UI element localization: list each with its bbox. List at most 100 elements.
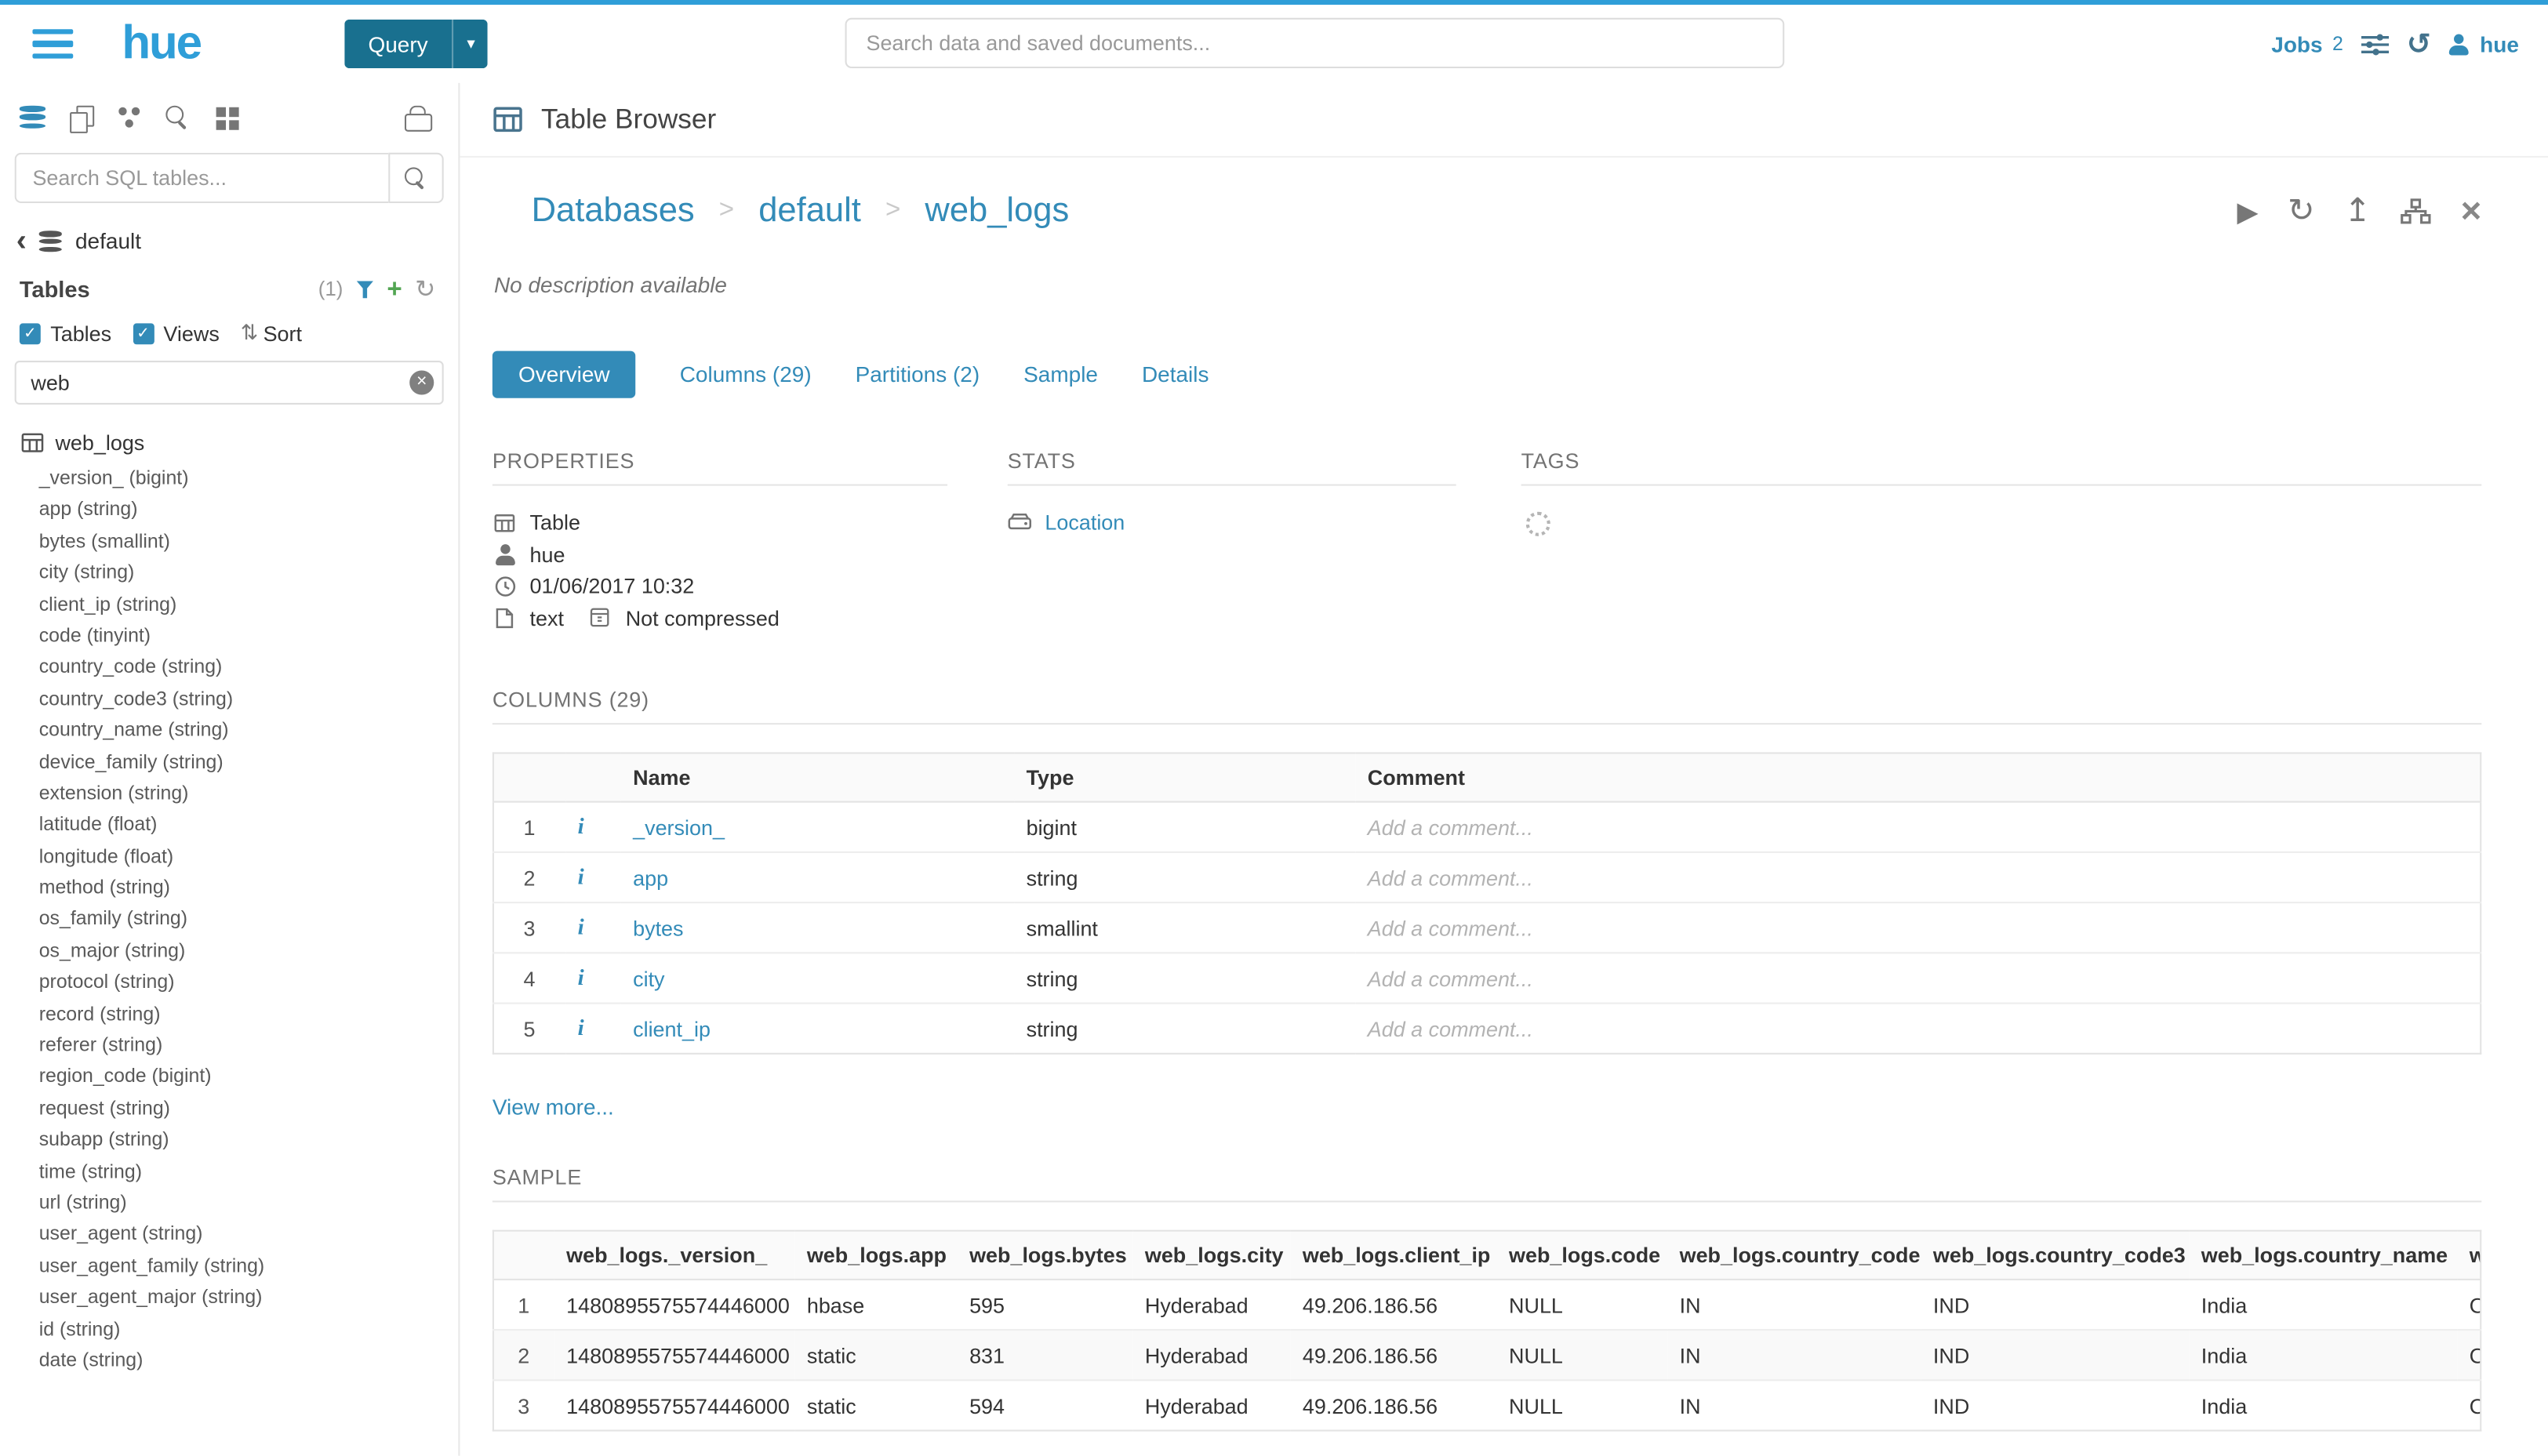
tree-column[interactable]: country_name (string)	[0, 715, 458, 746]
tree-column[interactable]: user_agent (string)	[0, 1219, 458, 1251]
sql-table-search	[15, 153, 444, 203]
query-button[interactable]: Query ▾	[343, 20, 488, 68]
current-database[interactable]: default	[75, 229, 141, 253]
dashboard-tab[interactable]	[215, 106, 239, 130]
tree-column[interactable]: app (string)	[0, 495, 458, 526]
row-number: 5	[493, 1004, 565, 1054]
refresh-icon[interactable]: ↻	[2288, 195, 2315, 227]
tree-column[interactable]: country_code3 (string)	[0, 684, 458, 715]
breadcrumb-table[interactable]: web_logs	[925, 192, 1069, 231]
column-comment[interactable]: Add a comment...	[1368, 966, 1533, 990]
info-icon[interactable]: i	[578, 916, 584, 940]
jobs-count-badge[interactable]: 2	[2332, 32, 2343, 55]
tree-column[interactable]: user_agent_family (string)	[0, 1251, 458, 1282]
sql-assist-tab[interactable]	[20, 106, 45, 130]
global-search-input[interactable]	[845, 18, 1785, 68]
tree-column[interactable]: country_code (string)	[0, 652, 458, 684]
clear-filter-icon[interactable]: ×	[409, 370, 434, 394]
tree-column[interactable]: extension (string)	[0, 778, 458, 809]
close-icon[interactable]: ×	[2461, 194, 2482, 230]
hue-logo[interactable]: hue	[122, 20, 201, 67]
column-name-link[interactable]: city	[633, 966, 664, 990]
sample-cell: India	[2188, 1330, 2456, 1380]
column-comment[interactable]: Add a comment...	[1368, 1016, 1533, 1040]
query-button-label[interactable]: Query	[343, 20, 452, 68]
column-comment[interactable]: Add a comment...	[1368, 865, 1533, 889]
column-name-link[interactable]: _version_	[633, 815, 725, 839]
tree-column[interactable]: client_ip (string)	[0, 589, 458, 620]
history-icon[interactable]: ↺	[2407, 29, 2431, 58]
tree-column[interactable]: os_family (string)	[0, 904, 458, 935]
sample-cell: IND	[1920, 1280, 2188, 1330]
tab-partitions[interactable]: Partitions (2)	[856, 362, 980, 387]
info-icon[interactable]: i	[578, 865, 584, 889]
tree-column[interactable]: longitude (float)	[0, 841, 458, 873]
tab-sample[interactable]: Sample	[1023, 362, 1098, 387]
tree-column[interactable]: method (string)	[0, 873, 458, 904]
column-name-link[interactable]: bytes	[633, 916, 683, 940]
sort-control[interactable]: ⇅ Sort	[241, 320, 302, 346]
filter-icon[interactable]	[356, 280, 374, 298]
tree-column[interactable]: latitude (float)	[0, 810, 458, 841]
column-name-link[interactable]: app	[633, 865, 668, 889]
tree-column[interactable]: bytes (smallint)	[0, 526, 458, 557]
tables-checkbox-label[interactable]: Tables	[50, 321, 111, 345]
sample-cell: static	[794, 1330, 956, 1380]
upload-icon[interactable]: ↥	[2344, 195, 2372, 227]
tree-column[interactable]: date (string)	[0, 1345, 458, 1377]
menu-button[interactable]	[32, 29, 73, 59]
tree-column[interactable]: referer (string)	[0, 1030, 458, 1062]
tree-column[interactable]: device_family (string)	[0, 746, 458, 778]
jobs-link[interactable]: Jobs	[2271, 31, 2322, 56]
tab-overview[interactable]: Overview	[493, 351, 636, 398]
view-more-link[interactable]: View more...	[493, 1095, 614, 1120]
search-tab[interactable]	[165, 106, 190, 130]
info-icon[interactable]: i	[578, 815, 584, 839]
tab-details[interactable]: Details	[1142, 362, 1209, 387]
tree-column[interactable]: os_major (string)	[0, 935, 458, 967]
sitemap-icon[interactable]	[2401, 198, 2431, 224]
info-icon[interactable]: i	[578, 1016, 584, 1040]
views-checkbox-label[interactable]: Views	[163, 321, 219, 345]
tree-column[interactable]: city (string)	[0, 557, 458, 589]
info-icon[interactable]: i	[578, 966, 584, 990]
table-filter-input[interactable]	[15, 361, 444, 405]
tree-column[interactable]: id (string)	[0, 1313, 458, 1345]
user-menu[interactable]: hue	[2449, 31, 2519, 56]
column-comment[interactable]: Add a comment...	[1368, 916, 1533, 940]
tab-columns[interactable]: Columns (29)	[680, 362, 812, 387]
sql-table-search-button[interactable]	[388, 153, 443, 203]
functions-tab[interactable]	[403, 106, 429, 130]
apps-tab[interactable]	[117, 106, 141, 130]
refresh-tables-icon[interactable]: ↻	[415, 280, 435, 298]
breadcrumb-databases[interactable]: Databases	[532, 192, 695, 231]
tables-checkbox[interactable]: ✓	[20, 322, 41, 343]
tree-column[interactable]: _version_ (bigint)	[0, 463, 458, 495]
tree-column[interactable]: url (string)	[0, 1188, 458, 1219]
tree-column[interactable]: protocol (string)	[0, 967, 458, 998]
sql-table-search-input[interactable]	[15, 153, 389, 203]
sample-cell: O	[2456, 1280, 2481, 1330]
back-chevron-icon[interactable]: ‹	[16, 231, 27, 252]
table-description[interactable]: No description available	[494, 273, 2481, 297]
tree-column[interactable]: request (string)	[0, 1093, 458, 1124]
tree-column[interactable]: subapp (string)	[0, 1124, 458, 1156]
tree-column[interactable]: region_code (bigint)	[0, 1062, 458, 1093]
documents-tab[interactable]	[70, 106, 93, 130]
column-comment[interactable]: Add a comment...	[1368, 815, 1533, 839]
caret-down-icon[interactable]: ▾	[453, 20, 489, 68]
column-name-link[interactable]: client_ip	[633, 1016, 711, 1040]
tree-table-web-logs[interactable]: web_logs	[0, 424, 458, 463]
column-row: 4 i city string Add a comment...	[493, 953, 2481, 1003]
query-table-icon[interactable]: ▶	[2237, 198, 2258, 225]
tree-column[interactable]: time (string)	[0, 1156, 458, 1188]
add-table-icon[interactable]: +	[387, 280, 402, 298]
column-row: 1 i _version_ bigint Add a comment...	[493, 802, 2481, 852]
location-link[interactable]: Location	[1045, 510, 1125, 535]
sliders-icon[interactable]	[2361, 31, 2389, 56]
views-checkbox[interactable]: ✓	[133, 322, 154, 343]
tree-column[interactable]: code (tinyint)	[0, 620, 458, 652]
tree-column[interactable]: user_agent_major (string)	[0, 1282, 458, 1313]
tree-column[interactable]: record (string)	[0, 999, 458, 1030]
breadcrumb-database[interactable]: default	[758, 192, 861, 231]
